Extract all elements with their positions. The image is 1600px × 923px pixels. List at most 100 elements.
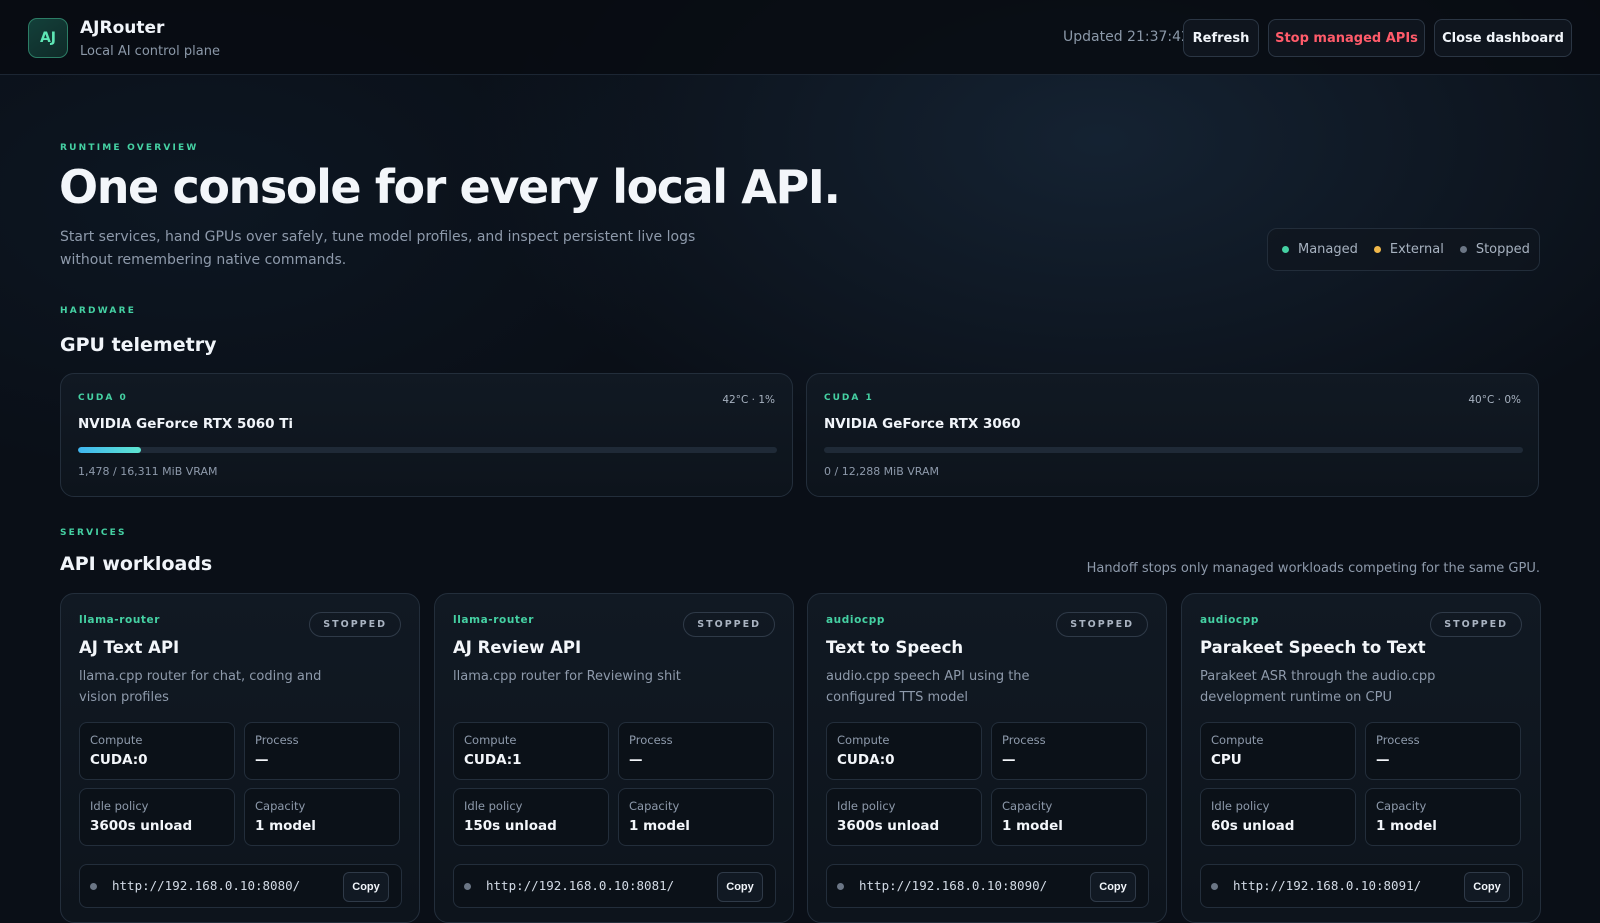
gpu-id: CUDA 1 (824, 393, 874, 403)
copy-url-button[interactable]: Copy (1464, 872, 1510, 902)
stat-label: Compute (1211, 733, 1264, 747)
stat-label: Compute (464, 733, 517, 747)
stat-value: CUDA:1 (464, 752, 522, 768)
service-card: audiocpp STOPPED Text to Speech audio.cp… (807, 593, 1167, 923)
gpu-telemetry-title: GPU telemetry (60, 334, 217, 356)
stat-value: 3600s unload (837, 818, 940, 834)
endpoint-url[interactable]: http://192.168.0.10:8091/ (1233, 878, 1421, 893)
stat-label: Idle policy (464, 799, 523, 813)
endpoint-url[interactable]: http://192.168.0.10:8081/ (486, 878, 674, 893)
stat-label: Capacity (1376, 799, 1427, 813)
endpoint-status-dot-icon (837, 883, 844, 890)
service-description: llama.cpp router for Reviewing shit (453, 669, 681, 684)
service-card: llama-router STOPPED AJ Review API llama… (434, 593, 794, 923)
stop-managed-apis-button[interactable]: Stop managed APIs (1268, 19, 1425, 57)
stat-value: — (255, 752, 269, 768)
service-engine: audiocpp (826, 614, 885, 626)
page-title: One console for every local API. (59, 160, 841, 214)
compute-stat: Compute CUDA:0 (826, 722, 982, 780)
gpu-name: NVIDIA GeForce RTX 5060 Ti (78, 416, 294, 432)
endpoint-url[interactable]: http://192.168.0.10:8090/ (859, 878, 1047, 893)
gpu-temp-util: 42°C · 1% (722, 394, 775, 406)
service-card: audiocpp STOPPED Parakeet Speech to Text… (1181, 593, 1541, 923)
legend-item-managed: Managed (1282, 242, 1358, 257)
endpoint-url[interactable]: http://192.168.0.10:8080/ (112, 878, 300, 893)
endpoint-row: http://192.168.0.10:8091/ Copy (1200, 864, 1523, 908)
gpu-vram-text: 0 / 12,288 MiB VRAM (824, 465, 940, 478)
stat-value: 1 model (1376, 818, 1437, 834)
stat-label: Compute (90, 733, 143, 747)
capacity-stat: Capacity 1 model (991, 788, 1147, 846)
services-eyebrow: SERVICES (60, 528, 127, 538)
stat-value: — (629, 752, 643, 768)
idle-policy-stat: Idle policy 60s unload (1200, 788, 1356, 846)
status-legend: Managed External Stopped (1267, 228, 1540, 271)
process-stat: Process — (618, 722, 774, 780)
stat-value: CPU (1211, 752, 1242, 768)
refresh-button[interactable]: Refresh (1183, 19, 1259, 57)
compute-stat: Compute CUDA:0 (79, 722, 235, 780)
handoff-note: Handoff stops only managed workloads com… (1086, 561, 1540, 576)
vram-bar-fill (78, 447, 142, 453)
service-engine: llama-router (79, 614, 161, 626)
legend-label: Stopped (1475, 242, 1530, 257)
idle-policy-stat: Idle policy 3600s unload (79, 788, 235, 846)
gpu-name: NVIDIA GeForce RTX 3060 (824, 416, 1021, 432)
endpoint-row: http://192.168.0.10:8090/ Copy (826, 864, 1149, 908)
stat-label: Capacity (255, 799, 306, 813)
stat-value: 3600s unload (90, 818, 193, 834)
legend-label: External (1389, 242, 1444, 257)
gpu-id: CUDA 0 (78, 393, 128, 403)
stat-value: 1 model (255, 818, 316, 834)
service-engine: llama-router (453, 614, 535, 626)
service-engine: audiocpp (1200, 614, 1259, 626)
service-name: Parakeet Speech to Text (1200, 638, 1426, 657)
status-badge: STOPPED (1430, 612, 1522, 637)
top-bar: AJ AJRouter Local AI control plane Updat… (0, 0, 1600, 75)
app-name: AJRouter (80, 18, 165, 38)
stat-label: Process (1376, 733, 1420, 747)
stat-value: 150s unload (464, 818, 557, 834)
legend-item-stopped: Stopped (1459, 242, 1530, 257)
status-badge: STOPPED (309, 612, 401, 637)
endpoint-status-dot-icon (464, 883, 471, 890)
status-badge: STOPPED (683, 612, 775, 637)
stat-value: 1 model (1002, 818, 1063, 834)
compute-stat: Compute CUDA:1 (453, 722, 609, 780)
service-description: audio.cpp speech API using the configure… (826, 669, 1030, 705)
service-description: llama.cpp router for chat, coding and vi… (79, 669, 322, 705)
runtime-overview-eyebrow: RUNTIME OVERVIEW (60, 143, 199, 153)
process-stat: Process — (1365, 722, 1521, 780)
gpu-card: CUDA 0 NVIDIA GeForce RTX 5060 Ti 42°C ·… (60, 373, 793, 497)
stat-label: Process (1002, 733, 1046, 747)
endpoint-status-dot-icon (90, 883, 97, 890)
copy-url-button[interactable]: Copy (717, 872, 763, 902)
endpoint-row: http://192.168.0.10:8080/ Copy (79, 864, 402, 908)
stat-label: Idle policy (1211, 799, 1270, 813)
stopped-dot-icon (1459, 246, 1467, 253)
service-name: AJ Review API (453, 638, 582, 657)
capacity-stat: Capacity 1 model (1365, 788, 1521, 846)
process-stat: Process — (991, 722, 1147, 780)
close-dashboard-button[interactable]: Close dashboard (1434, 19, 1572, 57)
gpu-vram-text: 1,478 / 16,311 MiB VRAM (78, 465, 218, 478)
capacity-stat: Capacity 1 model (618, 788, 774, 846)
legend-item-external: External (1373, 242, 1444, 257)
stat-label: Capacity (1002, 799, 1053, 813)
copy-url-button[interactable]: Copy (1090, 872, 1136, 902)
stat-value: 1 model (629, 818, 690, 834)
hardware-eyebrow: HARDWARE (60, 306, 137, 316)
copy-url-button[interactable]: Copy (343, 872, 389, 902)
service-name: Text to Speech (826, 638, 964, 657)
idle-policy-stat: Idle policy 3600s unload (826, 788, 982, 846)
app-tagline: Local AI control plane (80, 44, 220, 59)
page-subtitle: Start services, hand GPUs over safely, t… (60, 229, 696, 268)
service-card: llama-router STOPPED AJ Text API llama.c… (60, 593, 420, 923)
process-stat: Process — (244, 722, 400, 780)
stat-value: CUDA:0 (837, 752, 895, 768)
stat-value: — (1002, 752, 1016, 768)
vram-bar (78, 447, 777, 453)
service-description: Parakeet ASR through the audio.cpp devel… (1200, 669, 1436, 705)
gpu-temp-util: 40°C · 0% (1468, 394, 1521, 406)
status-badge: STOPPED (1056, 612, 1148, 637)
